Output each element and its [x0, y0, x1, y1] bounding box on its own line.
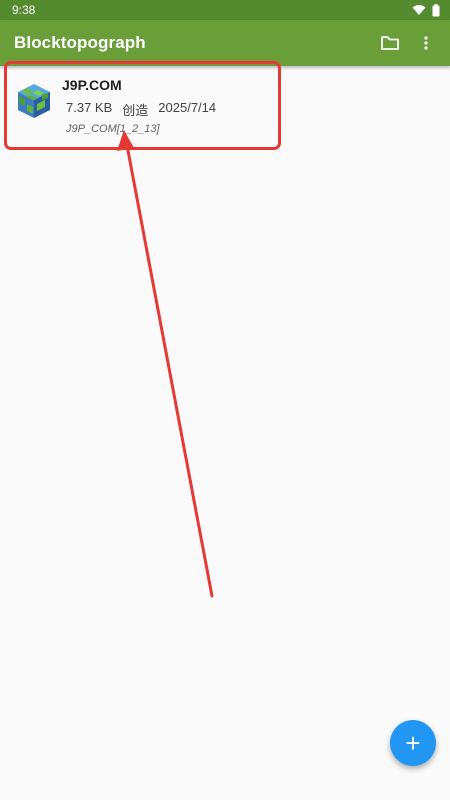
status-bar: 9:38 — [0, 0, 450, 20]
status-time: 9:38 — [12, 3, 36, 17]
status-icons — [412, 3, 440, 17]
more-vert-icon — [424, 36, 428, 50]
wifi-icon — [412, 5, 426, 15]
app-bar: Blocktopograph — [0, 20, 450, 66]
folder-icon — [381, 36, 399, 50]
add-world-fab[interactable]: + — [390, 720, 436, 766]
app-title: Blocktopograph — [14, 33, 146, 52]
battery-icon — [432, 3, 440, 16]
add-icon: + — [405, 728, 421, 758]
open-folder-button[interactable] — [372, 25, 408, 61]
annotation-highlight-box — [4, 61, 281, 150]
overflow-menu-button[interactable] — [408, 25, 444, 61]
